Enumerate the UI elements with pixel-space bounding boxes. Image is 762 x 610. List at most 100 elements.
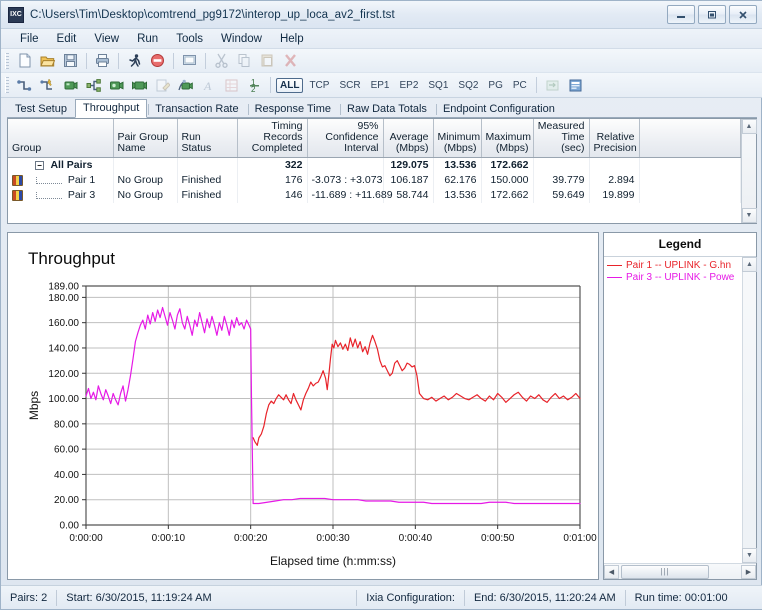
table-row[interactable]: − All Pairs 322 129.075 13.536 172.662 bbox=[8, 157, 741, 173]
menu-run[interactable]: Run bbox=[128, 32, 167, 46]
filter-ep2-button[interactable]: EP2 bbox=[395, 79, 422, 92]
grid-icon[interactable] bbox=[221, 75, 242, 95]
tab-throughput[interactable]: Throughput bbox=[74, 99, 148, 118]
col-confidence-interval[interactable]: 95% Confidence Interval bbox=[307, 119, 384, 158]
half-ratio-icon[interactable]: 12 bbox=[244, 75, 265, 95]
cell-measured-time bbox=[533, 157, 590, 173]
stop-icon[interactable] bbox=[147, 51, 168, 71]
scroll-down-icon[interactable]: ▼ bbox=[742, 548, 757, 563]
cell-confidence-interval: -11.689 : +11.689 bbox=[307, 188, 393, 203]
col-relative-precision[interactable]: Relative Precision bbox=[589, 119, 640, 158]
svg-text:189.00: 189.00 bbox=[48, 282, 79, 293]
camera-icon[interactable] bbox=[106, 75, 127, 95]
tab-test-setup-label: Test Setup bbox=[15, 103, 67, 115]
export-icon[interactable] bbox=[542, 75, 563, 95]
tab-test-setup[interactable]: Test Setup bbox=[7, 100, 75, 118]
maximize-button[interactable] bbox=[698, 5, 726, 24]
tab-raw-data-totals[interactable]: Raw Data Totals bbox=[339, 100, 435, 118]
pair-setup-icon[interactable] bbox=[14, 75, 35, 95]
paste-icon[interactable] bbox=[257, 51, 278, 71]
menu-tools[interactable]: Tools bbox=[167, 32, 212, 46]
minimize-button[interactable] bbox=[667, 5, 695, 24]
dual-camera-icon[interactable] bbox=[129, 75, 150, 95]
col-minimum[interactable]: Minimum (Mbps) bbox=[433, 119, 482, 158]
menu-help[interactable]: Help bbox=[271, 32, 313, 46]
filter-ep1-button[interactable]: EP1 bbox=[367, 79, 394, 92]
video-pair-icon[interactable] bbox=[175, 75, 196, 95]
cell-group: Pair 1 bbox=[8, 173, 114, 188]
col-group-label: Group bbox=[12, 142, 42, 154]
legend-item-pair1[interactable]: Pair 1 -- UPLINK - G.hn bbox=[607, 259, 742, 271]
filter-pg-button[interactable]: PG bbox=[484, 79, 506, 92]
report-icon[interactable] bbox=[565, 75, 586, 95]
throughput-chart[interactable]: 0.00 20.00 40.00 60.00 80.00 100.00 120.00 140.… bbox=[8, 233, 598, 579]
cut-icon[interactable] bbox=[211, 51, 232, 71]
legend-vertical-scrollbar[interactable]: ▲ ▼ bbox=[742, 257, 757, 563]
filter-scr-button[interactable]: SCR bbox=[335, 79, 364, 92]
svg-text:0:00:20: 0:00:20 bbox=[234, 533, 268, 544]
filter-all-button[interactable]: ALL bbox=[276, 77, 304, 93]
endpoint-icon[interactable] bbox=[60, 75, 81, 95]
tab-transaction-rate[interactable]: Transaction Rate bbox=[147, 100, 246, 118]
scroll-right-icon[interactable]: ▶ bbox=[741, 564, 756, 579]
legend-body: Pair 1 -- UPLINK - G.hn Pair 3 -- UPLINK… bbox=[604, 256, 757, 563]
expander-icon[interactable]: − bbox=[34, 160, 44, 170]
grid-vertical-scrollbar[interactable]: ▲ ▼ bbox=[741, 119, 757, 223]
menu-view[interactable]: View bbox=[85, 32, 128, 46]
results-table: Group Pair Group Name Run Status Timing R… bbox=[8, 119, 741, 203]
toolbar-primary bbox=[1, 49, 762, 73]
cell-measured-time: 39.779 bbox=[533, 173, 590, 188]
svg-text:140.00: 140.00 bbox=[48, 343, 79, 354]
copy-icon[interactable] bbox=[234, 51, 255, 71]
monitor-icon[interactable] bbox=[179, 51, 200, 71]
new-document-icon[interactable] bbox=[14, 51, 35, 71]
legend-item-pair3[interactable]: Pair 3 -- UPLINK - Powe bbox=[607, 271, 742, 283]
svg-text:60.00: 60.00 bbox=[54, 445, 79, 456]
save-icon[interactable] bbox=[60, 51, 81, 71]
pair-color-icon bbox=[12, 189, 23, 201]
font-icon[interactable]: A bbox=[198, 75, 219, 95]
col-average[interactable]: Average (Mbps) bbox=[383, 119, 434, 158]
app-icon: IXC bbox=[8, 6, 24, 23]
cell-confidence-interval bbox=[307, 157, 384, 173]
svg-text:20.00: 20.00 bbox=[54, 495, 79, 506]
col-maximum[interactable]: Maximum (Mbps) bbox=[481, 119, 534, 158]
svg-text:0:00:50: 0:00:50 bbox=[481, 533, 515, 544]
close-button[interactable] bbox=[729, 5, 757, 24]
add-pair-icon[interactable] bbox=[37, 75, 58, 95]
toolbar-grip[interactable] bbox=[5, 52, 9, 69]
network-icon[interactable] bbox=[83, 75, 104, 95]
scroll-up-icon[interactable]: ▲ bbox=[742, 257, 757, 272]
print-icon[interactable] bbox=[92, 51, 113, 71]
menu-edit[interactable]: Edit bbox=[48, 32, 86, 46]
tab-response-time[interactable]: Response Time bbox=[247, 100, 339, 118]
filter-tcp-button[interactable]: TCP bbox=[305, 79, 333, 92]
col-run-status[interactable]: Run Status bbox=[177, 119, 238, 158]
col-timing-records[interactable]: Timing Records Completed bbox=[237, 119, 308, 158]
filter-pc-button[interactable]: PC bbox=[509, 79, 531, 92]
cell-minimum: 13.536 bbox=[433, 188, 482, 203]
run-icon[interactable] bbox=[124, 51, 145, 71]
menu-window[interactable]: Window bbox=[212, 32, 271, 46]
filter-sq1-button[interactable]: SQ1 bbox=[424, 79, 452, 92]
scroll-up-icon[interactable]: ▲ bbox=[741, 119, 757, 134]
col-pair-group-name[interactable]: Pair Group Name bbox=[113, 119, 178, 158]
scroll-down-icon[interactable]: ▼ bbox=[741, 208, 757, 223]
scroll-left-icon[interactable]: ◀ bbox=[604, 564, 619, 579]
col-measured-time[interactable]: Measured Time (sec) bbox=[533, 119, 590, 158]
toolbar-grip-2[interactable] bbox=[5, 77, 9, 93]
delete-icon[interactable] bbox=[280, 51, 301, 71]
table-row[interactable]: Pair 1 No Group Finished 176 -3.073 : +3… bbox=[8, 173, 741, 188]
col-group[interactable]: Group bbox=[8, 119, 114, 158]
svg-text:80.00: 80.00 bbox=[54, 419, 79, 430]
tab-endpoint-configuration[interactable]: Endpoint Configuration bbox=[435, 100, 563, 118]
menu-file[interactable]: File bbox=[11, 32, 48, 46]
tree-branch-icon bbox=[35, 191, 62, 199]
scroll-thumb[interactable]: ||| bbox=[621, 564, 709, 579]
legend-horizontal-scrollbar[interactable]: ◀ ||| ▶ bbox=[604, 563, 756, 579]
cell-run-status: Finished bbox=[177, 173, 238, 188]
edit-script-icon[interactable] bbox=[152, 75, 173, 95]
table-row[interactable]: Pair 3 No Group Finished 146 -11.689 : +… bbox=[8, 188, 741, 203]
filter-sq2-button[interactable]: SQ2 bbox=[454, 79, 482, 92]
open-folder-icon[interactable] bbox=[37, 51, 58, 71]
